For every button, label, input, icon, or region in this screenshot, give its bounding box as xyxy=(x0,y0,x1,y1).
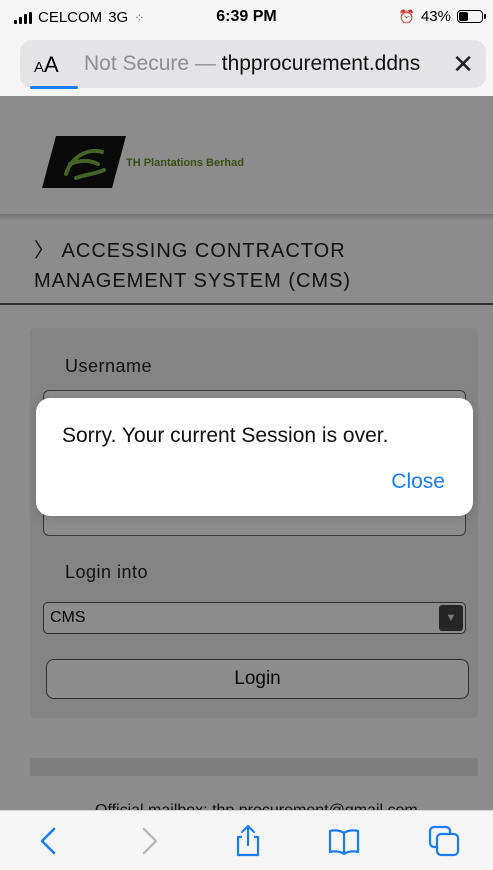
url-area: AA Not Secure — thpprocurement.ddns ✕ xyxy=(0,34,493,96)
bookmarks-icon[interactable] xyxy=(326,823,362,859)
load-progress xyxy=(30,86,78,89)
back-icon[interactable] xyxy=(32,823,68,859)
battery-icon xyxy=(457,10,486,23)
session-alert: Sorry. Your current Session is over. Clo… xyxy=(36,398,473,516)
url-domain: thpprocurement.ddns xyxy=(221,52,421,75)
address-bar[interactable]: AA Not Secure — thpprocurement.ddns ✕ xyxy=(20,40,486,89)
battery-percent: 43% xyxy=(420,8,451,25)
reader-options-button[interactable]: AA xyxy=(34,52,59,78)
status-right: ⏰ 43% xyxy=(398,8,486,25)
alert-close-button[interactable]: Close xyxy=(391,470,445,494)
browser-toolbar xyxy=(0,810,493,870)
share-icon[interactable] xyxy=(230,823,266,859)
close-icon[interactable]: ✕ xyxy=(452,49,474,80)
not-secure-label: Not Secure — xyxy=(84,52,216,75)
alarm-icon: ⏰ xyxy=(398,8,415,24)
forward-icon xyxy=(142,827,158,855)
status-bar: CELCOM 3G ⁘ 6:39 PM ⏰ 43% xyxy=(0,0,493,34)
url-text[interactable]: Not Secure — thpprocurement.ddns xyxy=(84,52,434,76)
alert-message: Sorry. Your current Session is over. xyxy=(62,424,389,447)
tabs-icon[interactable] xyxy=(426,823,462,859)
